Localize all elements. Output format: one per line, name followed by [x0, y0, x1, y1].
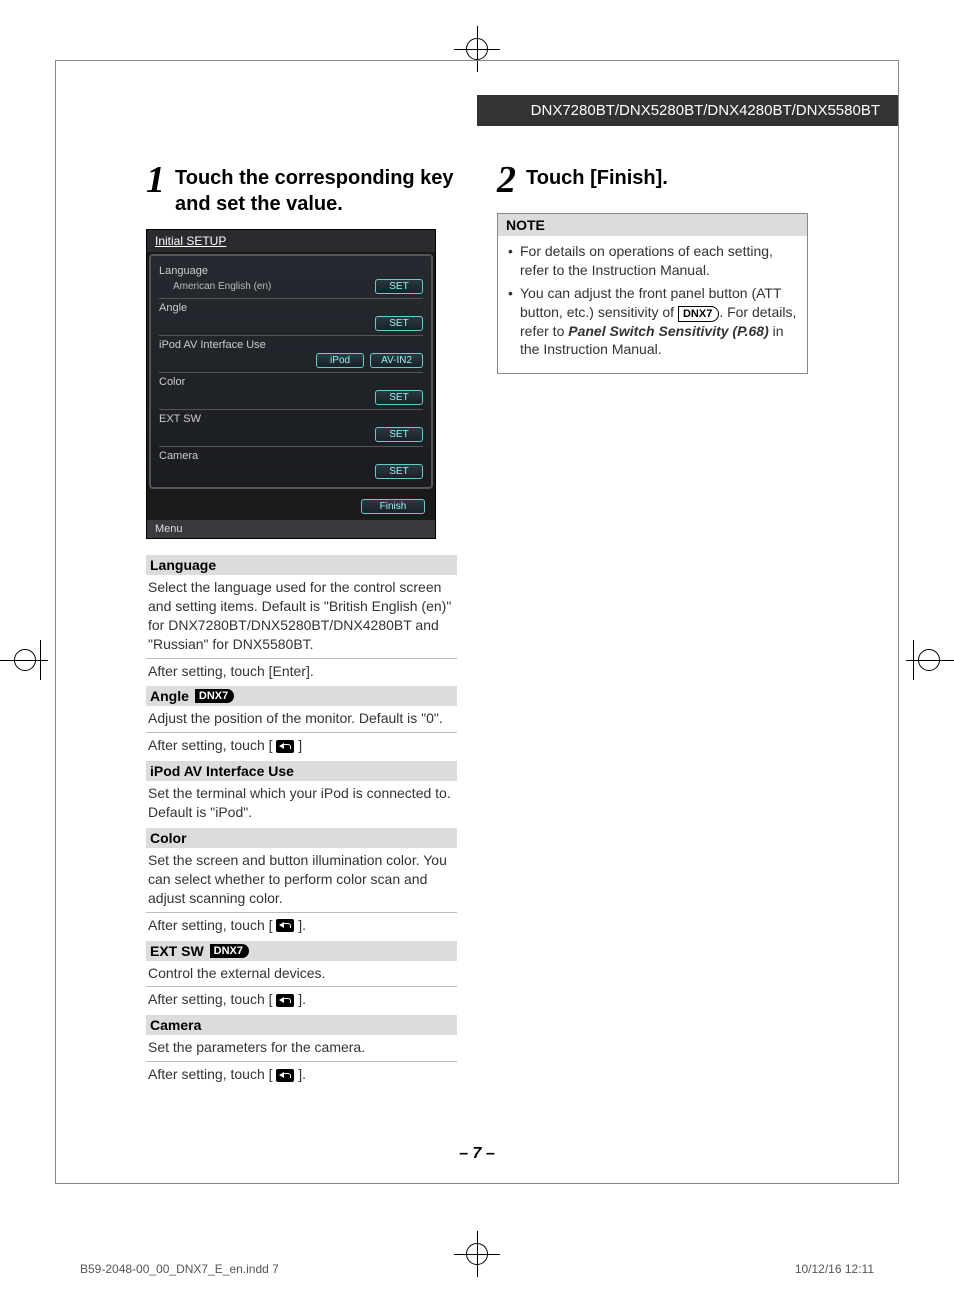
- content-columns: 1 Touch the corresponding key and set th…: [146, 161, 808, 1090]
- def-angle: Angle DNX7 Adjust the position of the mo…: [146, 686, 457, 759]
- ss-row-angle: Angle SET: [159, 298, 423, 335]
- def-camera-body: Set the parameters for the camera.: [146, 1035, 457, 1062]
- dnx7-badge-icon: DNX7: [210, 944, 249, 958]
- ss-value-language: American English (en): [173, 281, 271, 292]
- ss-menu-label: Menu: [147, 520, 435, 538]
- def-camera-after: After setting, touch [ ].: [146, 1062, 457, 1088]
- ss-set-button-camera[interactable]: SET: [375, 464, 423, 479]
- note-box: NOTE For details on operations of each s…: [497, 213, 808, 374]
- page-frame: DNX7280BT/DNX5280BT/DNX4280BT/DNX5580BT …: [55, 60, 899, 1184]
- step1-title: Touch the corresponding key and set the …: [175, 165, 457, 217]
- def-language-after: After setting, touch [Enter].: [146, 659, 457, 685]
- back-icon: [276, 919, 294, 932]
- def-angle-after-suffix: ]: [294, 737, 302, 753]
- step2-number: 2: [497, 161, 516, 199]
- ss-label-camera: Camera: [159, 450, 423, 462]
- reg-mark: [906, 660, 952, 661]
- footer-filename: B59-2048-00_00_DNX7_E_en.indd 7: [80, 1262, 279, 1276]
- ss-label-color: Color: [159, 376, 423, 388]
- note-title: NOTE: [498, 214, 807, 236]
- def-extsw: EXT SW DNX7 Control the external devices…: [146, 941, 457, 1014]
- step1-heading: 1 Touch the corresponding key and set th…: [146, 161, 457, 217]
- def-camera-title: Camera: [146, 1015, 457, 1035]
- dnx7-badge-icon: DNX7: [195, 689, 234, 703]
- def-camera-after-prefix: After setting, touch [: [148, 1066, 276, 1082]
- ss-row-ipod: iPod AV Interface Use iPod AV-IN2: [159, 335, 423, 372]
- def-language-title: Language: [146, 555, 457, 575]
- ss-label-extsw: EXT SW: [159, 413, 423, 425]
- ss-set-button-language[interactable]: SET: [375, 279, 423, 294]
- back-icon: [276, 740, 294, 753]
- note-item-2-ref: Panel Switch Sensitivity (P.68): [568, 323, 768, 339]
- page-number: – 7 –: [56, 1145, 898, 1163]
- ss-row-camera: Camera SET: [159, 446, 423, 483]
- ss-finish-button[interactable]: Finish: [361, 499, 425, 514]
- def-extsw-after-prefix: After setting, touch [: [148, 991, 276, 1007]
- header-models: DNX7280BT/DNX5280BT/DNX4280BT/DNX5580BT: [477, 95, 898, 126]
- def-camera-after-suffix: ].: [294, 1066, 306, 1082]
- screenshot-body: Language American English (en) SET Angle…: [149, 254, 433, 489]
- def-color: Color Set the screen and button illumina…: [146, 828, 457, 939]
- def-extsw-title-text: EXT SW: [150, 943, 204, 959]
- back-icon: [276, 1069, 294, 1082]
- ss-label-angle: Angle: [159, 302, 423, 314]
- ss-ipod-button[interactable]: iPod: [316, 353, 364, 368]
- def-ipod: iPod AV Interface Use Set the terminal w…: [146, 761, 457, 826]
- def-extsw-after: After setting, touch [ ].: [146, 987, 457, 1013]
- screenshot-footer: Finish: [147, 491, 435, 520]
- def-ipod-title: iPod AV Interface Use: [146, 761, 457, 781]
- ss-set-button-angle[interactable]: SET: [375, 316, 423, 331]
- reg-mark: [466, 38, 488, 60]
- reg-mark: [2, 660, 48, 661]
- note-item-1: For details on operations of each settin…: [508, 242, 797, 280]
- ss-row-language: Language American English (en) SET: [159, 262, 423, 298]
- def-angle-title: Angle DNX7: [146, 686, 457, 706]
- def-camera: Camera Set the parameters for the camera…: [146, 1015, 457, 1088]
- back-icon: [276, 994, 294, 1007]
- ss-row-extsw: EXT SW SET: [159, 409, 423, 446]
- step2-title: Touch [Finish].: [526, 165, 668, 191]
- left-column: 1 Touch the corresponding key and set th…: [146, 161, 457, 1090]
- ss-set-button-color[interactable]: SET: [375, 390, 423, 405]
- ss-avin2-button[interactable]: AV-IN2: [370, 353, 423, 368]
- def-color-after-suffix: ].: [294, 917, 306, 933]
- def-color-body: Set the screen and button illumination c…: [146, 848, 457, 913]
- def-extsw-title: EXT SW DNX7: [146, 941, 457, 961]
- note-body: For details on operations of each settin…: [498, 236, 807, 373]
- dnx7-badge-icon: DNX7: [678, 306, 719, 322]
- ss-row-color: Color SET: [159, 372, 423, 409]
- def-ipod-body: Set the terminal which your iPod is conn…: [146, 781, 457, 826]
- step2-heading: 2 Touch [Finish].: [497, 161, 808, 199]
- def-angle-body: Adjust the position of the monitor. Defa…: [146, 706, 457, 733]
- device-screenshot: Initial SETUP Language American English …: [146, 229, 436, 539]
- def-color-title: Color: [146, 828, 457, 848]
- ss-set-button-extsw[interactable]: SET: [375, 427, 423, 442]
- screenshot-title: Initial SETUP: [147, 230, 435, 252]
- reg-mark: [466, 1243, 488, 1265]
- def-extsw-body: Control the external devices.: [146, 961, 457, 988]
- def-color-after-prefix: After setting, touch [: [148, 917, 276, 933]
- def-angle-after-prefix: After setting, touch [: [148, 737, 276, 753]
- right-column: 2 Touch [Finish]. NOTE For details on op…: [497, 161, 808, 1090]
- ss-label-ipod: iPod AV Interface Use: [159, 339, 423, 351]
- def-angle-title-text: Angle: [150, 688, 189, 704]
- def-color-after: After setting, touch [ ].: [146, 913, 457, 939]
- footer-timestamp: 10/12/16 12:11: [795, 1262, 874, 1276]
- def-extsw-after-suffix: ].: [294, 991, 306, 1007]
- ss-label-language: Language: [159, 265, 423, 277]
- def-language: Language Select the language used for th…: [146, 555, 457, 684]
- def-angle-after: After setting, touch [ ]: [146, 733, 457, 759]
- page-number-value: 7: [473, 1145, 482, 1162]
- def-language-body: Select the language used for the control…: [146, 575, 457, 659]
- note-item-2: You can adjust the front panel button (A…: [508, 284, 797, 360]
- step1-number: 1: [146, 161, 165, 199]
